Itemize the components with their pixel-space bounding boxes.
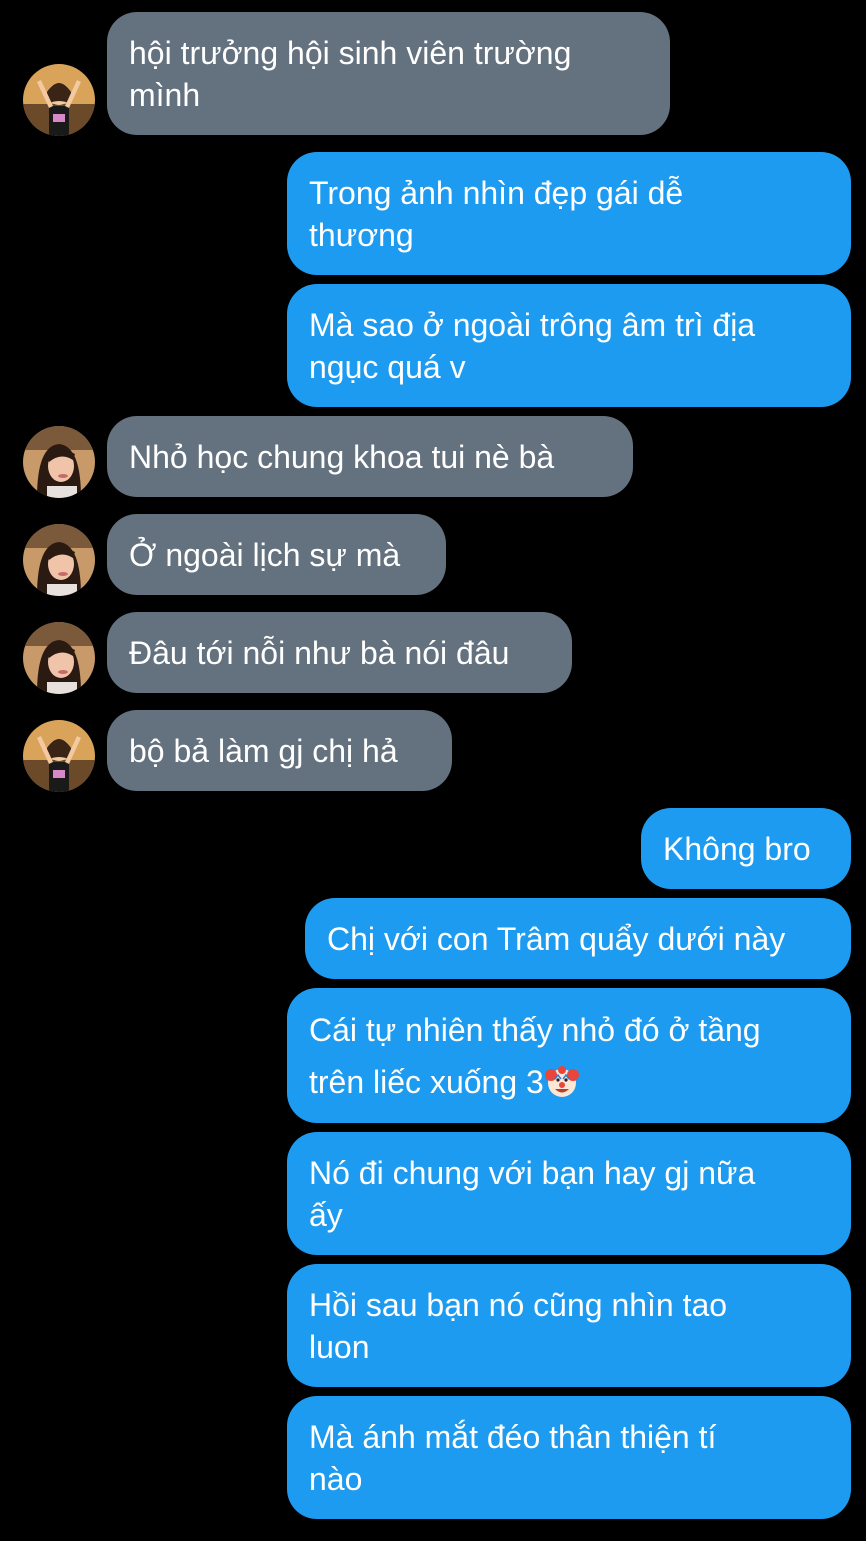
message-bubble-incoming[interactable]: Đâu tới nỗi như bà nói đâu bbox=[107, 612, 572, 693]
message-bubble-outgoing[interactable]: Hồi sau bạn nó cũng nhìn tao luon bbox=[287, 1264, 851, 1387]
message-bubble-outgoing[interactable]: Trong ảnh nhìn đẹp gái dễ thương bbox=[287, 152, 851, 275]
message-bubble-incoming[interactable]: Ở ngoài lịch sự mà bbox=[107, 514, 446, 595]
message-text: Hồi sau bạn nó cũng nhìn tao luon bbox=[309, 1286, 728, 1365]
clown-face-icon bbox=[544, 1065, 579, 1097]
message-text-body: Cái tự nhiên thấy nhỏ đó ở tầng trên liế… bbox=[309, 1011, 761, 1100]
chat-thread: hội trưởng hội sinh viên trường mình Tro… bbox=[0, 0, 866, 1541]
message-text: Chị với con Trâm quẩy dưới này bbox=[327, 920, 786, 957]
message-bubble-outgoing[interactable]: Không bro bbox=[641, 808, 851, 889]
message-text: Mà ánh mắt đéo thân thiện tí nào bbox=[309, 1418, 717, 1497]
message-text: Trong ảnh nhìn đẹp gái dễ thương bbox=[309, 174, 684, 253]
message-bubble-outgoing[interactable]: Chị với con Trâm quẩy dưới này bbox=[305, 898, 851, 979]
avatar[interactable] bbox=[23, 524, 95, 596]
avatar-selfie-icon bbox=[23, 426, 95, 498]
message-bubble-incoming[interactable]: hội trưởng hội sinh viên trường mình bbox=[107, 12, 670, 135]
avatar-selfie-icon bbox=[23, 622, 95, 694]
avatar-arms-up-icon bbox=[23, 64, 95, 136]
message-text: Không bro bbox=[663, 830, 811, 867]
message-bubble-outgoing[interactable]: Mà sao ở ngoài trông âm trì địa ngục quá… bbox=[287, 284, 851, 407]
message-text: Đâu tới nỗi như bà nói đâu bbox=[129, 634, 510, 671]
avatar[interactable] bbox=[23, 426, 95, 498]
message-bubble-incoming[interactable]: bộ bả làm gj chị hả bbox=[107, 710, 452, 791]
avatar[interactable] bbox=[23, 720, 95, 792]
avatar-arms-up-icon bbox=[23, 720, 95, 792]
message-text: hội trưởng hội sinh viên trường mình bbox=[129, 34, 572, 113]
message-text: bộ bả làm gj chị hả bbox=[129, 732, 398, 769]
avatar-selfie-icon bbox=[23, 524, 95, 596]
message-bubble-incoming[interactable]: Nhỏ học chung khoa tui nè bà bbox=[107, 416, 633, 497]
message-text: Mà sao ở ngoài trông âm trì địa ngục quá… bbox=[309, 306, 756, 385]
avatar[interactable] bbox=[23, 64, 95, 136]
message-text: Cái tự nhiên thấy nhỏ đó ở tầng trên liế… bbox=[309, 1004, 761, 1108]
message-bubble-outgoing[interactable]: Nó đi chung với bạn hay gj nữa ấy bbox=[287, 1132, 851, 1255]
message-text: Nó đi chung với bạn hay gj nữa ấy bbox=[309, 1154, 756, 1233]
message-text: Ở ngoài lịch sự mà bbox=[129, 536, 401, 573]
message-bubble-outgoing[interactable]: Mà ánh mắt đéo thân thiện tí nào bbox=[287, 1396, 851, 1519]
avatar[interactable] bbox=[23, 622, 95, 694]
message-text: Nhỏ học chung khoa tui nè bà bbox=[129, 438, 555, 475]
message-bubble-outgoing[interactable]: Cái tự nhiên thấy nhỏ đó ở tầng trên liế… bbox=[287, 988, 851, 1123]
